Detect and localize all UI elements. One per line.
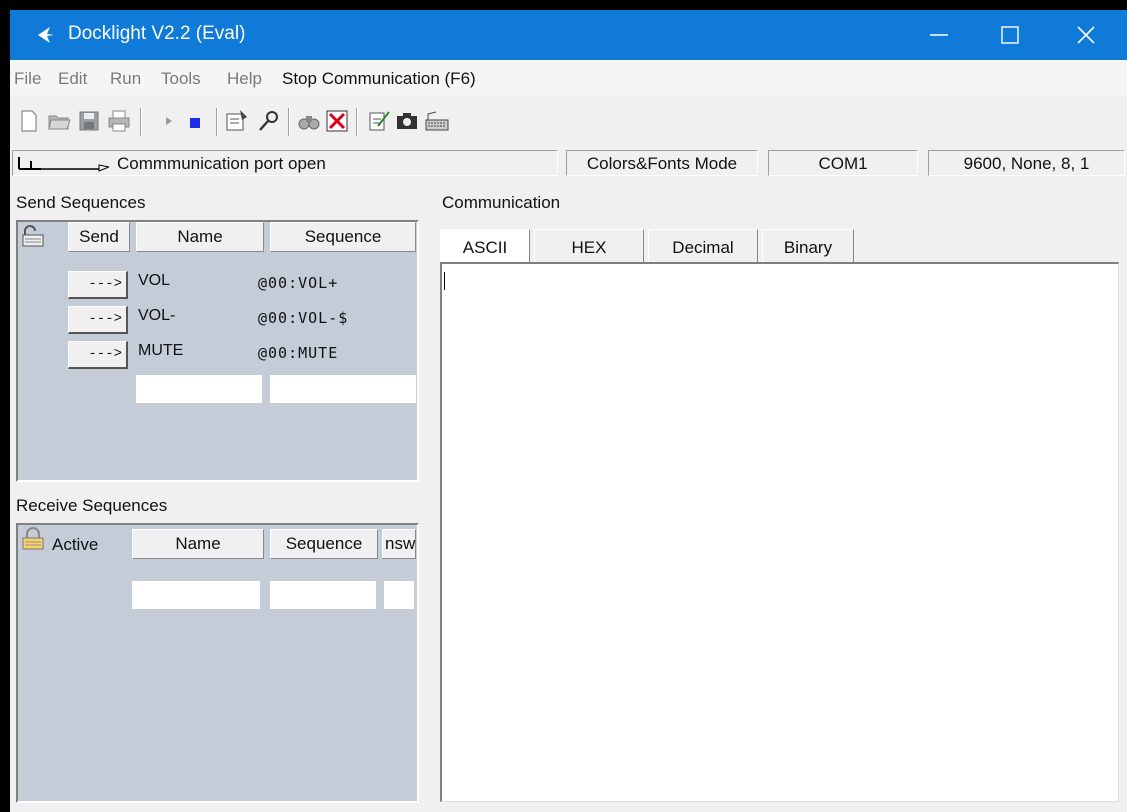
send-sequences-label: Send Sequences [16, 193, 146, 212]
sequence-value[interactable]: @00:VOL+ [258, 274, 338, 292]
new-receive-name-cell[interactable] [132, 581, 260, 609]
edit-document-icon[interactable] [366, 108, 392, 134]
port-connected-icon [18, 157, 109, 172]
new-receive-sequence-cell[interactable] [270, 581, 376, 609]
active-column-header[interactable]: Active [52, 535, 98, 555]
status-port-state: Commmunication port open [12, 150, 558, 176]
stop-icon[interactable] [182, 108, 208, 134]
menu-tools[interactable]: Tools [161, 69, 201, 89]
title-bar[interactable]: Docklight V2.2 (Eval) [10, 10, 1127, 60]
menu-edit[interactable]: Edit [58, 69, 87, 89]
answer-column-header[interactable]: nsw [382, 529, 416, 559]
toolbar-separator [288, 108, 290, 136]
sequence-column-header[interactable]: Sequence [270, 529, 378, 559]
find-binoculars-icon[interactable] [296, 108, 322, 134]
status-port-text: Commmunication port open [117, 154, 326, 173]
name-column-header[interactable]: Name [132, 529, 264, 559]
keyboard-icon[interactable] [424, 108, 450, 134]
text-caret [444, 272, 445, 290]
sequence-column-header[interactable]: Sequence [270, 222, 416, 252]
new-receive-answer-cell[interactable] [384, 581, 414, 609]
sequence-name[interactable]: MUTE [138, 342, 183, 360]
menu-bar: File Edit Run Tools Help Stop Communicat… [10, 60, 1127, 96]
send-button[interactable]: ---> [68, 341, 128, 369]
close-button[interactable] [1056, 10, 1116, 60]
menu-stop-communication[interactable]: Stop Communication (F6) [282, 69, 476, 89]
toolbar-separator [356, 108, 358, 136]
maximize-icon [1001, 26, 1019, 44]
communication-output[interactable] [440, 262, 1119, 802]
status-com-port: COM1 [768, 150, 918, 176]
send-button[interactable]: ---> [68, 306, 128, 334]
save-icon[interactable] [76, 108, 102, 134]
status-mode: Colors&Fonts Mode [566, 150, 758, 176]
receive-sequences-panel: Active Name Sequence nsw [16, 523, 419, 803]
menu-file[interactable]: File [14, 69, 41, 89]
lock-icon [22, 225, 44, 247]
key-icon[interactable] [256, 108, 282, 134]
toolbar [10, 98, 1127, 148]
print-icon[interactable] [106, 108, 132, 134]
sequence-value[interactable]: @00:MUTE [258, 344, 338, 362]
new-file-icon[interactable] [16, 108, 42, 134]
menu-run[interactable]: Run [110, 69, 141, 89]
minimize-icon [930, 34, 948, 36]
docklight-app-icon [38, 27, 54, 43]
new-sequence-value-cell[interactable] [270, 375, 416, 403]
toolbar-separator [140, 108, 142, 136]
send-sequences-panel: Send Name Sequence ---> VOL @00:VOL+ ---… [16, 220, 419, 482]
sequence-value[interactable]: @00:VOL-$ [258, 309, 348, 327]
status-bar: Commmunication port open Colors&Fonts Mo… [10, 148, 1127, 180]
sequence-name[interactable]: VOL [138, 272, 170, 290]
open-folder-icon[interactable] [46, 108, 72, 134]
lock-icon [22, 527, 44, 550]
window-title: Docklight V2.2 (Eval) [68, 23, 246, 44]
snapshot-camera-icon[interactable] [394, 108, 420, 134]
clear-icon[interactable] [324, 108, 350, 134]
receive-sequences-label: Receive Sequences [16, 496, 168, 515]
app-window: Docklight V2.2 (Eval) File Edit Run Tool… [10, 10, 1127, 812]
menu-help[interactable]: Help [227, 69, 262, 89]
send-button[interactable]: ---> [68, 271, 128, 299]
sequence-name[interactable]: VOL- [138, 307, 175, 325]
maximize-button[interactable] [980, 10, 1040, 60]
properties-icon[interactable] [224, 108, 250, 134]
minimize-button[interactable] [910, 10, 970, 60]
play-icon[interactable] [156, 108, 182, 134]
new-sequence-name-cell[interactable] [136, 375, 262, 403]
status-port-settings: 9600, None, 8, 1 [928, 150, 1125, 176]
toolbar-separator [216, 108, 218, 136]
name-column-header[interactable]: Name [136, 222, 264, 252]
communication-label: Communication [442, 193, 561, 212]
send-column-header[interactable]: Send [68, 222, 130, 252]
close-icon [1077, 26, 1095, 44]
